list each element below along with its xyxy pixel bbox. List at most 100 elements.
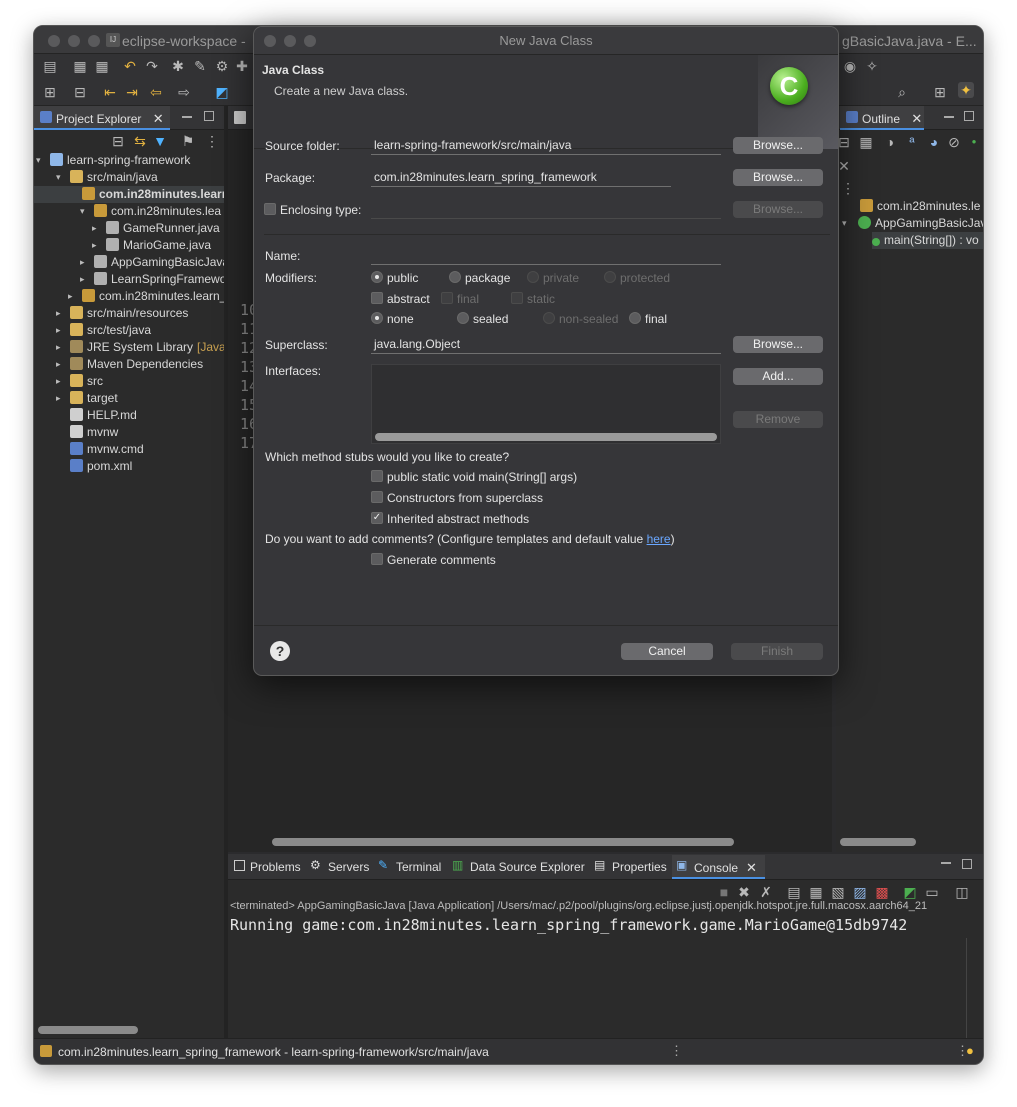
zoom-window-button[interactable] [88,35,100,47]
filter-icon[interactable]: ▼ [152,133,168,149]
tree-expand-icon[interactable]: ▸ [92,223,97,234]
close-outline-icon[interactable]: ✕ [911,111,922,126]
tree-item[interactable]: com.in28minutes.lea [94,203,221,220]
scroll-lock-icon[interactable]: ▦ [808,884,824,900]
tree-expand-icon[interactable]: ▸ [56,393,61,404]
open-type-icon[interactable]: ⊞ [42,84,58,100]
tree-item[interactable]: com.in28minutes.learn_ [82,288,226,305]
tree-expand-icon[interactable]: ▾ [80,206,85,217]
tree-expand-icon[interactable]: ▸ [56,308,61,319]
word-wrap-icon[interactable]: ▧ [830,884,846,900]
tree-item[interactable]: GameRunner.java [106,220,220,237]
tree-expand-icon[interactable]: ▸ [80,274,85,285]
tree-item[interactable]: src/main/java [70,169,158,186]
tree-item[interactable]: Maven Dependencies [70,356,203,373]
kind-non-sealed-radio[interactable] [543,312,555,324]
tree-expand-icon[interactable]: ▸ [56,342,61,353]
redo-icon[interactable]: ↷ [144,58,160,74]
tree-item[interactable]: LearnSpringFramewo [94,271,226,288]
close-console-icon[interactable]: ✕ [746,860,757,875]
hide-static-icon[interactable]: ◕ [926,134,942,150]
clear-console-icon[interactable]: ▤ [786,884,802,900]
enclosing-type-checkbox[interactable] [264,203,276,215]
outline-h-scrollbar[interactable] [840,838,916,846]
save-icon[interactable]: ▦ [72,58,88,74]
cancel-button[interactable]: Cancel [621,643,713,660]
console-scrollbar[interactable] [966,938,967,1038]
more-options-icon[interactable]: ⋮ [204,133,220,149]
show-stdout-icon[interactable]: ▨ [852,884,868,900]
kind-sealed-radio[interactable] [457,312,469,324]
tree-item[interactable]: src/main/resources [70,305,188,322]
maximize-console-icon[interactable] [962,859,972,869]
enclosing-type-input[interactable] [371,199,721,219]
display-console-icon[interactable]: ▭ [924,884,940,900]
kind-final-radio[interactable] [629,312,641,324]
show-stderr-icon[interactable]: ▩ [874,884,890,900]
view-menu-icon[interactable]: ⚑ [180,133,196,149]
tab-problems[interactable]: Problems [228,855,309,879]
pin-console-icon[interactable]: ◩ [902,884,918,900]
abstract-checkbox[interactable] [371,292,383,304]
stub-inherited-checkbox[interactable]: ✓ [371,512,383,524]
enclosing-browse-button[interactable]: Browse... [733,201,823,218]
tree-item[interactable]: MarioGame.java [106,237,211,254]
wrench-icon[interactable]: ✚ [234,58,250,74]
minimize-view-icon[interactable] [182,116,192,118]
tab-project-explorer[interactable]: Project Explorer ✕ [34,106,170,130]
outline-expand-icon[interactable]: ▾ [842,218,847,229]
forward-icon[interactable]: ⇨ [176,84,192,100]
tree-expand-icon[interactable]: ▸ [56,359,61,370]
tab-servers[interactable]: ⚙ Servers [306,855,377,879]
tree-item[interactable]: AppGamingBasicJava [94,254,229,271]
pencil-icon[interactable]: ✎ [192,58,208,74]
minimize-console-icon[interactable] [941,862,951,864]
java-perspective-icon[interactable]: ✦ [958,82,974,98]
open-console-icon[interactable]: ◫ [954,884,970,900]
collapse-all-icon[interactable]: ⊟ [110,133,126,149]
outline-more-icon[interactable]: ⋮ [840,180,856,196]
stub-constructors-checkbox[interactable] [371,491,383,503]
configure-templates-link[interactable]: here [647,532,671,546]
tree-expand-icon[interactable]: ▸ [92,240,97,251]
tree-expand-icon[interactable]: ▾ [36,155,41,166]
prev-annotation-icon[interactable]: ⇤ [102,84,118,100]
class-name-input[interactable] [371,245,721,265]
close-tab-icon[interactable]: ✕ [153,111,164,126]
hide-nonpublic-icon[interactable]: ⊘ [946,134,962,150]
tree-item[interactable]: target [70,390,118,407]
search-icon[interactable]: ⌕ [894,84,910,100]
interfaces-list[interactable] [371,364,721,444]
package-input[interactable]: com.in28minutes.learn_spring_framework [371,167,671,187]
public-members-icon[interactable]: ● [966,134,982,150]
package-browse-button[interactable]: Browse... [733,169,823,186]
toolbar-right-icon-2[interactable]: ✧ [864,58,880,74]
interfaces-h-scrollbar[interactable] [375,433,717,441]
tab-data-source-explorer[interactable]: ▥ Data Source Explorer [448,855,593,879]
next-annotation-icon[interactable]: ⇥ [124,84,140,100]
outline-item-method[interactable]: main(String[]) : vo [872,232,983,249]
minimize-outline-icon[interactable] [944,116,954,118]
tree-expand-icon[interactable]: ▸ [56,325,61,336]
tree-expand-icon[interactable]: ▾ [56,172,61,183]
tree-expand-icon[interactable]: ▸ [80,257,85,268]
maximize-outline-icon[interactable] [964,111,974,121]
explorer-h-scrollbar[interactable] [38,1026,138,1034]
modifier-package-radio[interactable] [449,271,461,283]
superclass-input[interactable]: java.lang.Object [371,334,721,354]
modifier-protected-radio[interactable] [604,271,616,283]
finish-button[interactable]: Finish [731,643,823,660]
pin-editor-icon[interactable]: ◩ [214,84,230,100]
superclass-browse-button[interactable]: Browse... [733,336,823,353]
tree-expand-icon[interactable]: ▸ [56,376,61,387]
static-checkbox[interactable] [511,292,523,304]
tree-item[interactable]: pom.xml [70,458,132,475]
sort-alpha-icon[interactable]: ª [904,134,920,150]
tab-outline[interactable]: Outline ✕ [840,106,924,130]
undo-icon[interactable]: ↶ [122,58,138,74]
new-file-icon[interactable]: ▤ [42,58,58,74]
generate-comments-checkbox[interactable] [371,553,383,565]
tree-item[interactable]: JRE System Library [JavaS [70,339,234,356]
add-interface-button[interactable]: Add... [733,368,823,385]
outline-item-class[interactable]: AppGamingBasicJav [858,215,983,232]
